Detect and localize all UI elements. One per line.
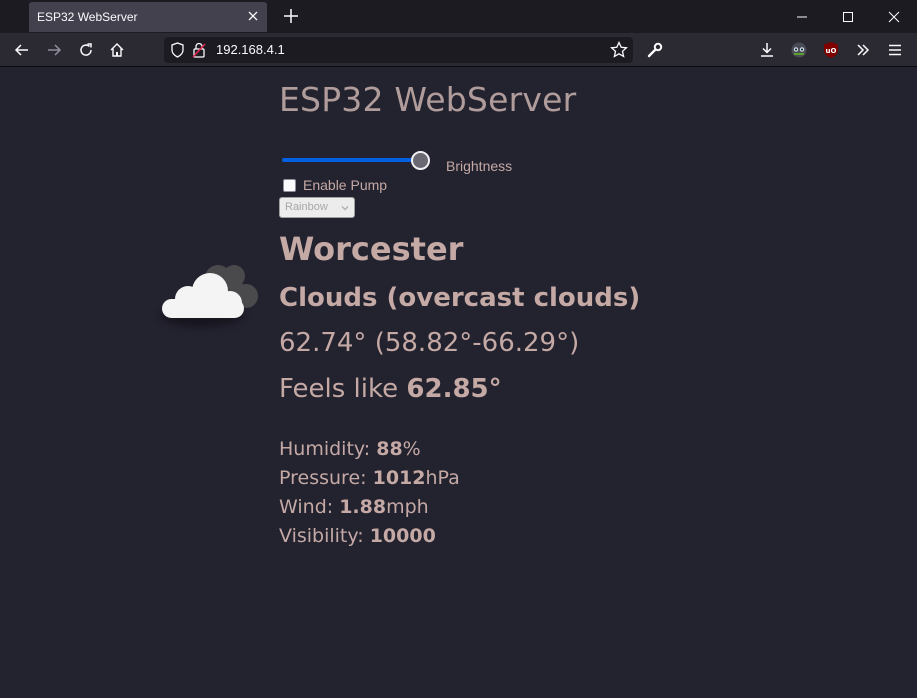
temp-range: (58.82°-66.29°) <box>374 328 580 358</box>
enable-pump-label[interactable]: Enable Pump <box>303 177 387 193</box>
wrench-icon <box>647 42 663 58</box>
visibility-value: 10000 <box>369 525 436 547</box>
maximize-button[interactable] <box>825 0 871 33</box>
city-name: Worcester <box>279 230 464 268</box>
minimize-icon <box>797 16 807 17</box>
tab-title: ESP32 WebServer <box>37 10 138 24</box>
navigation-toolbar: 192.168.4.1 uO <box>0 33 917 67</box>
chevron-double-right-icon <box>857 44 870 56</box>
humidity-unit: % <box>402 438 421 460</box>
pressure-label: Pressure: <box>279 467 367 489</box>
slider-track[interactable] <box>282 158 421 162</box>
svg-text:uO: uO <box>826 47 837 55</box>
wind-unit: mph <box>386 496 429 518</box>
download-icon <box>761 43 773 57</box>
pressure-unit: hPa <box>425 467 460 489</box>
extension-mask-icon <box>791 42 807 58</box>
feels-like-label: Feels like <box>279 374 399 404</box>
page-title: ESP32 WebServer <box>279 80 577 119</box>
tab-esp32-webserver[interactable]: ESP32 WebServer <box>29 2 267 32</box>
close-window-button[interactable] <box>871 0 917 33</box>
overflow-menu-button[interactable] <box>854 41 872 59</box>
home-button[interactable] <box>108 41 126 59</box>
tab-bar: ESP32 WebServer <box>0 0 917 33</box>
shield-icon[interactable] <box>170 42 185 58</box>
page-content: ESP32 WebServer Brightness Enable Pump R… <box>0 68 917 698</box>
bookmark-star-icon[interactable] <box>610 41 628 59</box>
humidity-line: Humidity: 88% <box>279 438 421 460</box>
url-bar[interactable]: 192.168.4.1 <box>164 37 633 63</box>
close-tab-icon[interactable] <box>245 8 261 24</box>
app-menu-button[interactable] <box>886 41 904 59</box>
ublock-origin-button[interactable]: uO <box>822 41 840 59</box>
wind-value: 1.88 <box>339 496 387 518</box>
reload-button[interactable] <box>77 41 95 59</box>
feels-like-value: 62.85° <box>406 374 502 404</box>
forward-button[interactable] <box>45 41 63 59</box>
current-temp: 62.74° <box>279 328 367 358</box>
close-window-icon <box>888 11 900 22</box>
minimize-button[interactable] <box>779 0 825 33</box>
brightness-label: Brightness <box>446 158 513 174</box>
mode-selected-value: Rainbow <box>285 201 328 213</box>
forward-arrow-icon <box>48 44 62 56</box>
chevron-down-icon <box>341 206 349 211</box>
url-text: 192.168.4.1 <box>216 42 285 57</box>
visibility-line: Visibility: 10000 <box>279 525 436 547</box>
back-arrow-icon <box>14 44 28 56</box>
feels-like-line: Feels like 62.85° <box>279 374 502 404</box>
ublock-origin-icon: uO <box>824 42 838 58</box>
new-tab-icon[interactable] <box>282 7 300 25</box>
downloads-button[interactable] <box>758 41 776 59</box>
weather-condition: Clouds (overcast clouds) <box>279 283 641 313</box>
extension-button[interactable] <box>790 41 808 59</box>
humidity-label: Humidity: <box>279 438 371 460</box>
wind-line: Wind: 1.88mph <box>279 496 429 518</box>
tools-button[interactable] <box>646 41 664 59</box>
brightness-slider[interactable] <box>280 150 440 170</box>
back-button[interactable] <box>13 41 31 59</box>
temperature-line: 62.74° (58.82°-66.29°) <box>279 328 579 358</box>
hamburger-menu-icon <box>889 44 901 56</box>
insecure-lock-icon[interactable] <box>192 42 206 58</box>
overcast-clouds-icon <box>160 265 258 327</box>
visibility-label: Visibility: <box>279 525 364 547</box>
home-icon <box>110 43 124 57</box>
pressure-value: 1012 <box>372 467 426 489</box>
mode-select[interactable]: Rainbow <box>279 197 355 218</box>
humidity-value: 88 <box>376 438 403 460</box>
enable-pump-checkbox[interactable] <box>283 179 296 192</box>
pressure-line: Pressure: 1012hPa <box>279 467 460 489</box>
maximize-icon <box>843 11 853 22</box>
slider-thumb[interactable] <box>411 151 431 170</box>
wind-label: Wind: <box>279 496 334 518</box>
reload-icon <box>80 43 92 56</box>
